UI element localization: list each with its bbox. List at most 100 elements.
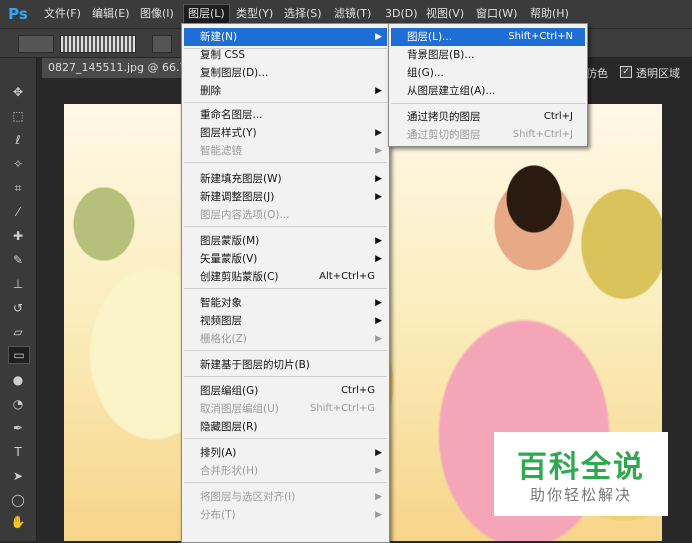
- menu-separator: [391, 103, 585, 104]
- new-submenu-dropdown: 图层(L)... Shift+Ctrl+N 背景图层(B)... 组(G)... 从图层…: [388, 23, 588, 147]
- menu-separator: [184, 350, 387, 351]
- menu-item-label: 图层样式(Y): [200, 127, 257, 139]
- menu-3d[interactable]: 3D(D): [381, 5, 422, 23]
- layer-menu-item[interactable]: 图层编组(G) Ctrl+G: [184, 382, 387, 400]
- magic-wand-tool-icon[interactable]: ✧: [8, 156, 28, 172]
- layer-menu-item[interactable]: 复制 CSS: [184, 46, 387, 64]
- layer-menu-item[interactable]: 图层内容选项(O)...: [184, 206, 387, 224]
- menu-select[interactable]: 选择(S): [280, 5, 326, 23]
- submenu-arrow-icon: ▶: [375, 492, 382, 502]
- photoshop-logo-icon: Ps: [8, 5, 28, 23]
- ellipse-tool-icon[interactable]: ◯: [8, 492, 28, 508]
- layer-menu-item[interactable]: 合并形状(H) ▶: [184, 462, 387, 480]
- menu-view[interactable]: 视图(V): [422, 5, 468, 23]
- transparency-checkbox[interactable]: ✓: [620, 66, 632, 78]
- layer-menu-item[interactable]: 新建基于图层的切片(B): [184, 356, 387, 374]
- layer-menu-item[interactable]: 新建(N) ▶: [184, 28, 387, 46]
- history-brush-tool-icon[interactable]: ↺: [8, 300, 28, 316]
- hand-tool-icon[interactable]: ✋: [8, 514, 28, 530]
- layer-menu-item[interactable]: 将图层与选区对齐(I) ▶: [184, 488, 387, 506]
- submenu-arrow-icon: ▶: [375, 448, 382, 458]
- menu-item-shortcut: Ctrl+J: [543, 111, 573, 122]
- path-selection-tool-icon[interactable]: ➤: [8, 468, 28, 484]
- healing-brush-tool-icon[interactable]: ✚: [8, 228, 28, 244]
- gradient-picker[interactable]: [60, 35, 136, 53]
- menu-type[interactable]: 类型(Y): [232, 5, 277, 23]
- menu-item-label: 智能对象: [200, 297, 242, 309]
- watermark-logo: 百科全说 助你轻松解决: [494, 432, 668, 516]
- layer-menu-item[interactable]: 取消图层编组(U) Shift+Ctrl+G: [184, 400, 387, 418]
- menu-file[interactable]: 文件(F): [40, 5, 85, 23]
- pen-tool-icon[interactable]: ✒: [8, 420, 28, 436]
- options-right: 仿色 ✓ 透明区域: [586, 58, 692, 86]
- crop-tool-icon[interactable]: ⌗: [8, 180, 28, 196]
- brush-tool-icon[interactable]: ✎: [8, 252, 28, 268]
- menu-window[interactable]: 窗口(W): [472, 5, 521, 23]
- layer-menu-item[interactable]: 隐藏图层(R): [184, 418, 387, 436]
- menu-item-label: 新建填充图层(W): [200, 173, 282, 185]
- menu-item-label: 删除: [200, 85, 221, 97]
- layer-menu-item[interactable]: 矢量蒙版(V) ▶: [184, 250, 387, 268]
- menu-item-label: 背景图层(B)...: [407, 49, 475, 61]
- eraser-tool-icon[interactable]: ▱: [8, 324, 28, 340]
- layer-menu-item[interactable]: 复制图层(D)...: [184, 64, 387, 82]
- submenu-arrow-icon: ▶: [375, 236, 382, 246]
- menu-help[interactable]: 帮助(H): [526, 5, 573, 23]
- marquee-tool-icon[interactable]: ⬚: [8, 108, 28, 124]
- menu-separator: [184, 162, 387, 163]
- submenu-arrow-icon: ▶: [375, 254, 382, 264]
- menu-image[interactable]: 图像(I): [136, 5, 178, 23]
- menu-item-shortcut: Shift+Ctrl+G: [309, 403, 375, 414]
- submenu-arrow-icon: ▶: [375, 466, 382, 476]
- layer-menu-item[interactable]: 删除 ▶: [184, 82, 387, 100]
- layer-menu-item[interactable]: 图层蒙版(M) ▶: [184, 232, 387, 250]
- menu-item-label: 重命名图层...: [200, 109, 263, 121]
- layer-menu-item[interactable]: 新建调整图层(J) ▶: [184, 188, 387, 206]
- watermark-title: 百科全说: [517, 450, 645, 485]
- menu-item-shortcut: Shift+Ctrl+J: [512, 129, 573, 140]
- layer-menu-item[interactable]: 新建填充图层(W) ▶: [184, 170, 387, 188]
- layer-menu-item[interactable]: 图层样式(Y) ▶: [184, 124, 387, 142]
- layer-menu-item[interactable]: 分布(T) ▶: [184, 506, 387, 524]
- blur-tool-icon[interactable]: ●: [8, 372, 28, 388]
- menu-item-label: 矢量蒙版(V): [200, 253, 258, 265]
- menu-separator: [184, 376, 387, 377]
- linear-gradient-button[interactable]: [152, 35, 172, 53]
- menu-item-label: 创建剪贴蒙版(C): [200, 271, 279, 283]
- gradient-tool-icon[interactable]: ▭: [8, 346, 30, 364]
- menu-item-shortcut: Alt+Ctrl+G: [319, 271, 375, 282]
- layer-menu-item[interactable]: 排列(A) ▶: [184, 444, 387, 462]
- type-tool-icon[interactable]: T: [8, 444, 28, 460]
- menu-item-label: 栅格化(Z): [200, 333, 247, 345]
- dodge-tool-icon[interactable]: ◔: [8, 396, 28, 412]
- menu-item-label: 通过拷贝的图层: [407, 111, 481, 123]
- menu-edit[interactable]: 编辑(E): [88, 5, 134, 23]
- new-submenu-item[interactable]: 图层(L)... Shift+Ctrl+N: [391, 28, 585, 46]
- submenu-arrow-icon: ▶: [375, 192, 382, 202]
- new-submenu-item[interactable]: 通过拷贝的图层 Ctrl+J: [391, 108, 585, 126]
- layer-menu-item[interactable]: 视频图层 ▶: [184, 312, 387, 330]
- layer-menu-item[interactable]: 创建剪贴蒙版(C) Alt+Ctrl+G: [184, 268, 387, 286]
- new-submenu-item[interactable]: 组(G)...: [391, 64, 585, 82]
- document-tab[interactable]: 0827_145511.jpg @ 66.7% (...: [42, 58, 188, 78]
- menu-separator: [184, 288, 387, 289]
- menu-separator: [184, 482, 387, 483]
- layer-menu-item[interactable]: 重命名图层...: [184, 106, 387, 124]
- menu-layer[interactable]: 图层(L): [183, 4, 230, 23]
- menu-filter[interactable]: 滤镜(T): [330, 5, 375, 23]
- lasso-tool-icon[interactable]: ℓ: [8, 132, 28, 148]
- new-submenu-item[interactable]: 从图层建立组(A)...: [391, 82, 585, 100]
- move-tool-icon[interactable]: ✥: [8, 84, 28, 100]
- layer-menu-item[interactable]: 智能对象 ▶: [184, 294, 387, 312]
- new-submenu-item[interactable]: 通过剪切的图层 Shift+Ctrl+J: [391, 126, 585, 144]
- layer-menu-item[interactable]: 智能滤镜 ▶: [184, 142, 387, 160]
- tool-preset-picker[interactable]: [18, 35, 54, 53]
- clone-stamp-tool-icon[interactable]: ⊥: [8, 276, 28, 292]
- menu-item-label: 排列(A): [200, 447, 237, 459]
- menu-item-label: 新建基于图层的切片(B): [200, 359, 310, 371]
- menu-separator: [184, 438, 387, 439]
- layer-menu-item[interactable]: 栅格化(Z) ▶: [184, 330, 387, 348]
- layer-menu-dropdown: 新建(N) ▶ 复制 CSS 复制图层(D)... 删除 ▶ 重命名图层... 图层样式(Y)…: [181, 23, 390, 543]
- eyedropper-tool-icon[interactable]: ⁄: [8, 204, 28, 220]
- new-submenu-item[interactable]: 背景图层(B)...: [391, 46, 585, 64]
